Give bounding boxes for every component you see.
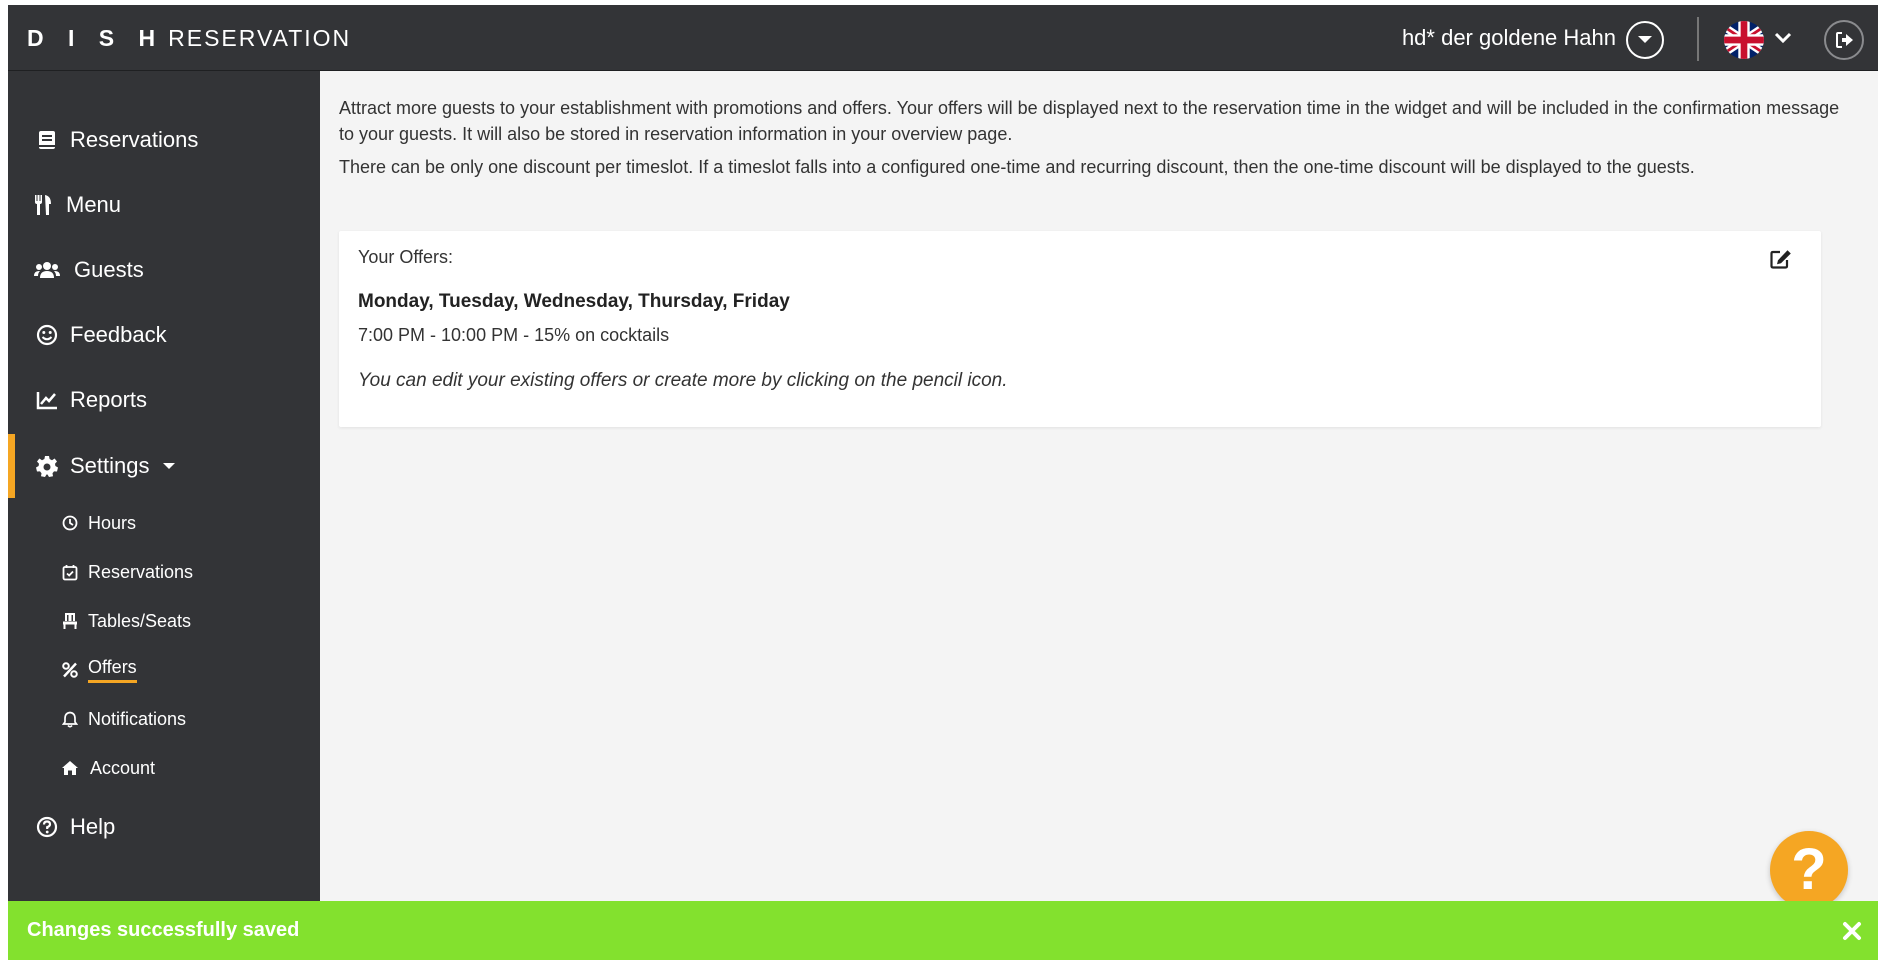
clock-icon [60,513,80,533]
sidebar-subitem-label: Notifications [88,708,187,729]
home-icon [60,758,80,778]
sidebar-item-guests[interactable]: Guests [8,238,320,302]
offers-hint: You can edit your existing offers or cre… [358,370,1008,391]
logo-bold-text: D I S H [27,25,165,51]
sidebar-subitem-label: Offers [88,657,137,683]
help-bubble-button[interactable]: ? [1770,831,1848,909]
sidebar-item-label: Reports [70,387,148,412]
sidebar-item-label: Settings [70,453,150,478]
sidebar-subitem-account[interactable]: Account [8,748,320,788]
percent-icon [60,660,80,680]
smile-icon [34,322,60,348]
sidebar-item-label: Guests [74,257,144,282]
sidebar-item-feedback[interactable]: Feedback [8,303,320,367]
logout-icon[interactable] [1824,20,1864,60]
sidebar-subitem-label: Hours [88,512,137,533]
sidebar: Reservations Menu Guests Feedback Report… [8,71,320,960]
offers-intro: Attract more guests to your establishmen… [339,95,1859,180]
sidebar-subitem-label: Reservations [88,561,194,582]
sidebar-subitem-label: Tables/Seats [88,610,192,631]
close-icon[interactable] [1840,919,1864,943]
sidebar-subitem-notifications[interactable]: Notifications [8,699,320,739]
sidebar-item-label: Menu [66,192,122,217]
sidebar-subitem-hours[interactable]: Hours [8,503,320,543]
sidebar-item-reports[interactable]: Reports [8,368,320,432]
uk-flag-icon[interactable] [1724,21,1764,59]
sidebar-item-menu[interactable]: Menu [8,173,320,237]
help-bubble-label: ? [1791,837,1827,902]
sidebar-subitem-reservations[interactable]: Reservations [8,552,320,592]
sidebar-item-help[interactable]: Help [8,795,320,859]
chevron-down-icon[interactable] [1774,27,1792,54]
sidebar-subitem-tables-seats[interactable]: Tables/Seats [8,601,320,641]
sidebar-item-settings[interactable]: Settings [8,434,320,498]
logo-light-text: RESERVATION [168,25,352,51]
venue-name: hd* der goldene Hahn [1401,25,1616,50]
top-bar: D I S H RESERVATION hd* der goldene Hahn [8,5,1878,71]
offers-card: Your Offers: Monday, Tuesday, Wednesday,… [339,231,1821,427]
caret-down-icon [162,461,176,471]
chart-line-icon [34,387,60,413]
app-window: D I S HRESERVATION hd* der goldene Hahn [8,5,1878,960]
offer-days: Monday, Tuesday, Wednesday, Thursday, Fr… [358,291,790,312]
calendar-check-icon [60,562,80,582]
sidebar-item-label: Help [70,814,116,839]
chevron-down-circle-icon[interactable] [1626,21,1664,59]
question-circle-icon [34,814,60,840]
success-toast: Changes successfully saved [8,901,1878,960]
users-icon [34,257,60,283]
bell-icon [60,709,80,729]
offers-card-heading: Your Offers: [358,247,454,267]
intro-paragraph-1: Attract more guests to your establishmen… [339,98,1840,144]
toast-message: Changes successfully saved [27,919,300,941]
offer-detail: 7:00 PM - 10:00 PM - 15% on cocktails [358,325,670,345]
gear-icon [34,453,60,479]
sidebar-item-reservations[interactable]: Reservations [8,108,320,172]
edit-icon[interactable] [1769,247,1793,271]
book-icon [34,127,60,153]
header-divider [1697,17,1699,61]
sidebar-item-label: Reservations [70,127,199,152]
chair-icon [60,611,80,631]
app-logo[interactable]: D I S H RESERVATION [27,25,351,52]
utensils-icon [30,192,56,218]
intro-paragraph-2: There can be only one discount per times… [339,157,1695,177]
sidebar-subitem-offers[interactable]: Offers [8,650,320,690]
sidebar-item-label: Feedback [70,322,167,347]
sidebar-subitem-label: Account [90,757,156,778]
